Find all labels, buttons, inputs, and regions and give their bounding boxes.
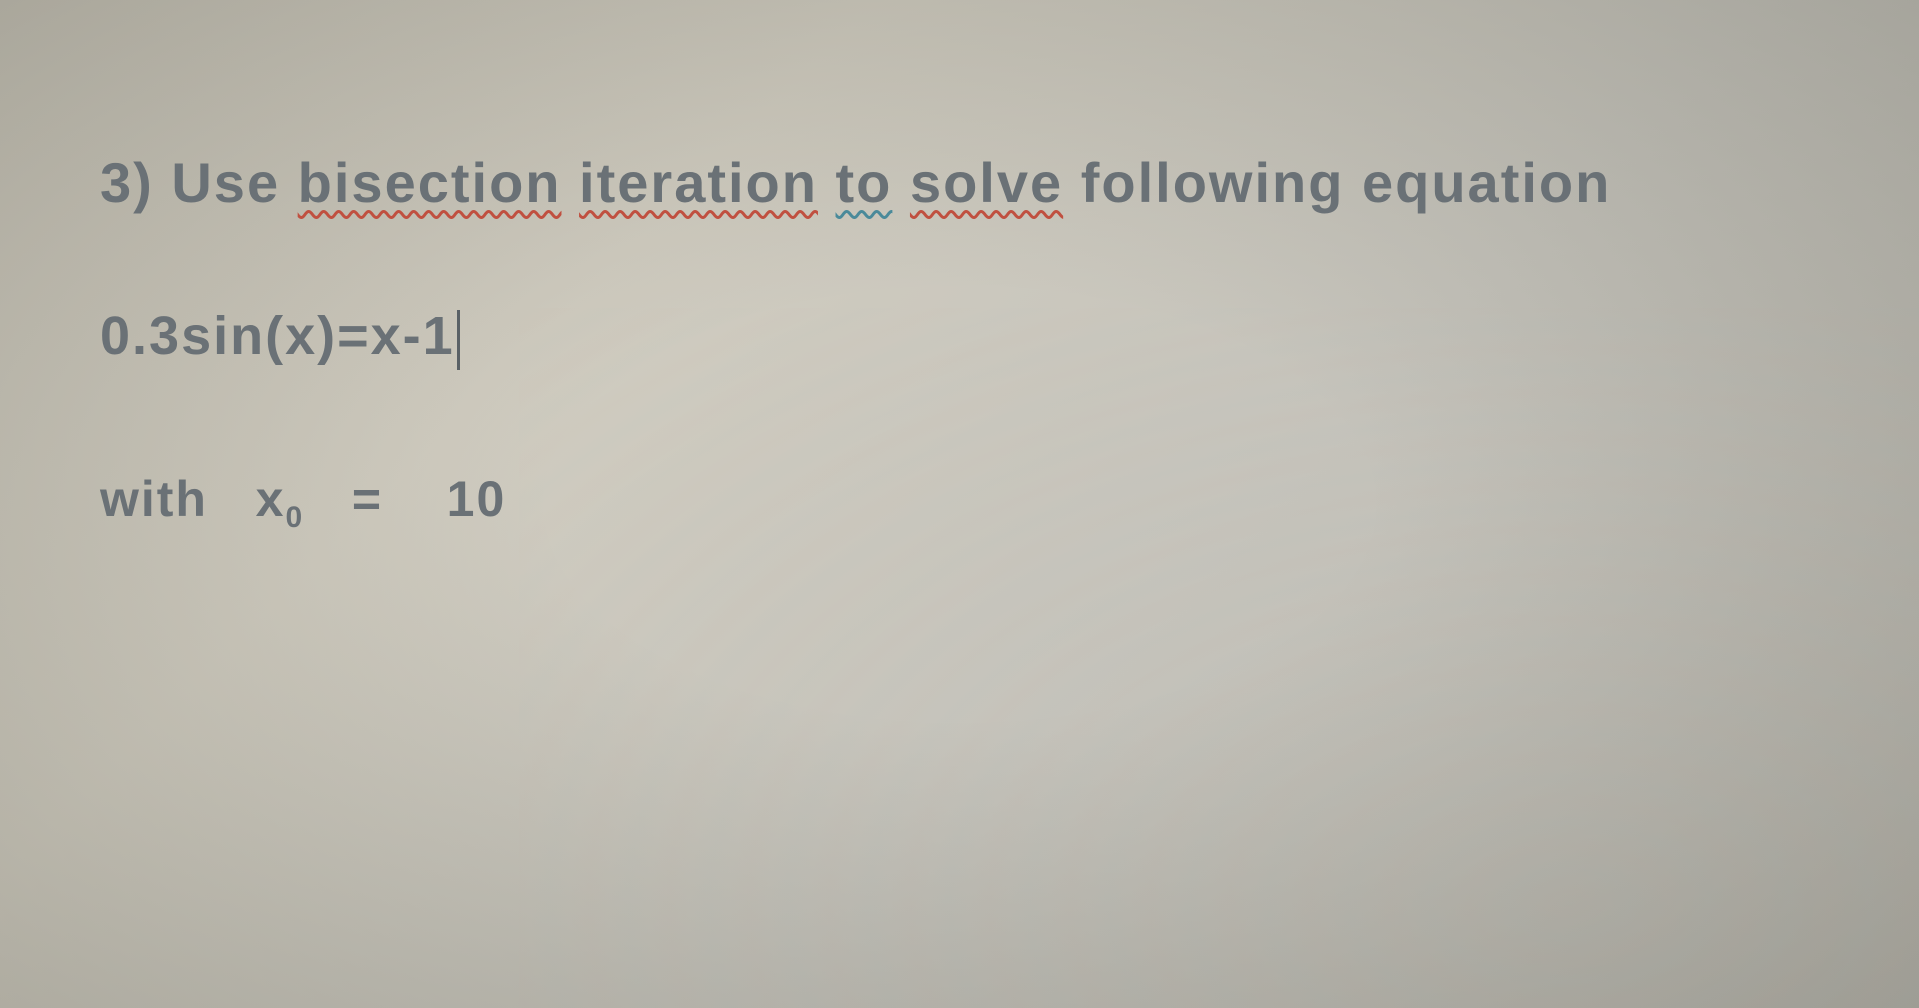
word-bisection: bisection [298,151,562,214]
equation-line: 0.3sin(x)=x-1 [100,305,1839,370]
initial-value: 10 [447,471,507,527]
word-iteration: iteration [579,151,818,214]
problem-text: 3) Use bisection iteration to solve foll… [100,150,1839,625]
problem-number: 3) [100,151,154,214]
problem-instruction: 3) Use bisection iteration to solve foll… [100,150,1839,215]
word-solve: solve [910,151,1063,214]
initial-condition: with x0 = 10 [100,470,1839,535]
text-cursor [457,310,460,370]
equation-text: 0.3sin(x)=x-1 [100,306,455,366]
variable-x: x0 [256,471,305,527]
word-to: to [836,151,893,214]
